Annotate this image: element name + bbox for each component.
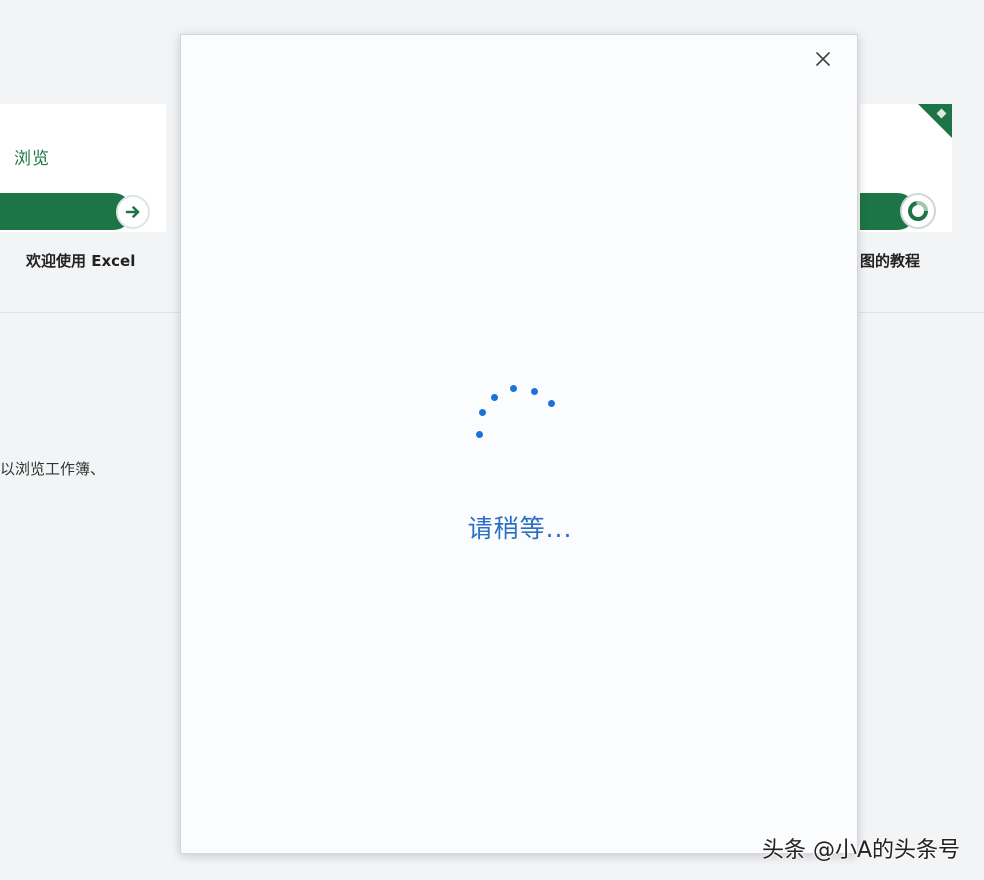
ring-icon xyxy=(900,193,936,229)
close-button[interactable] xyxy=(811,47,835,71)
spinner-dot xyxy=(548,400,555,407)
spinner-dot xyxy=(476,431,483,438)
corner-flag xyxy=(918,104,952,138)
tutorial-card-caption: 图的教程 xyxy=(860,252,921,270)
watermark-text: 头条 @小A的头条号 xyxy=(761,838,960,863)
card-green-bar xyxy=(0,193,132,230)
welcome-card-caption: 欢迎使用 Excel xyxy=(26,252,136,270)
spinner-dot xyxy=(479,409,486,416)
welcome-card[interactable]: 浏览 xyxy=(0,104,166,232)
close-icon[interactable] xyxy=(816,52,830,66)
loading-spinner xyxy=(181,35,859,855)
loading-message: 请稍等... xyxy=(467,514,573,543)
side-description: 以浏览工作簿、 xyxy=(0,460,106,478)
spinner-dot xyxy=(510,385,517,392)
tutorial-card[interactable] xyxy=(860,104,952,232)
card-label: 浏览 xyxy=(14,149,50,169)
loading-dialog: 请稍等... xyxy=(180,34,858,854)
spinner-dot xyxy=(531,388,538,395)
spinner-dot xyxy=(491,394,498,401)
arrow-right-icon[interactable] xyxy=(116,195,150,229)
